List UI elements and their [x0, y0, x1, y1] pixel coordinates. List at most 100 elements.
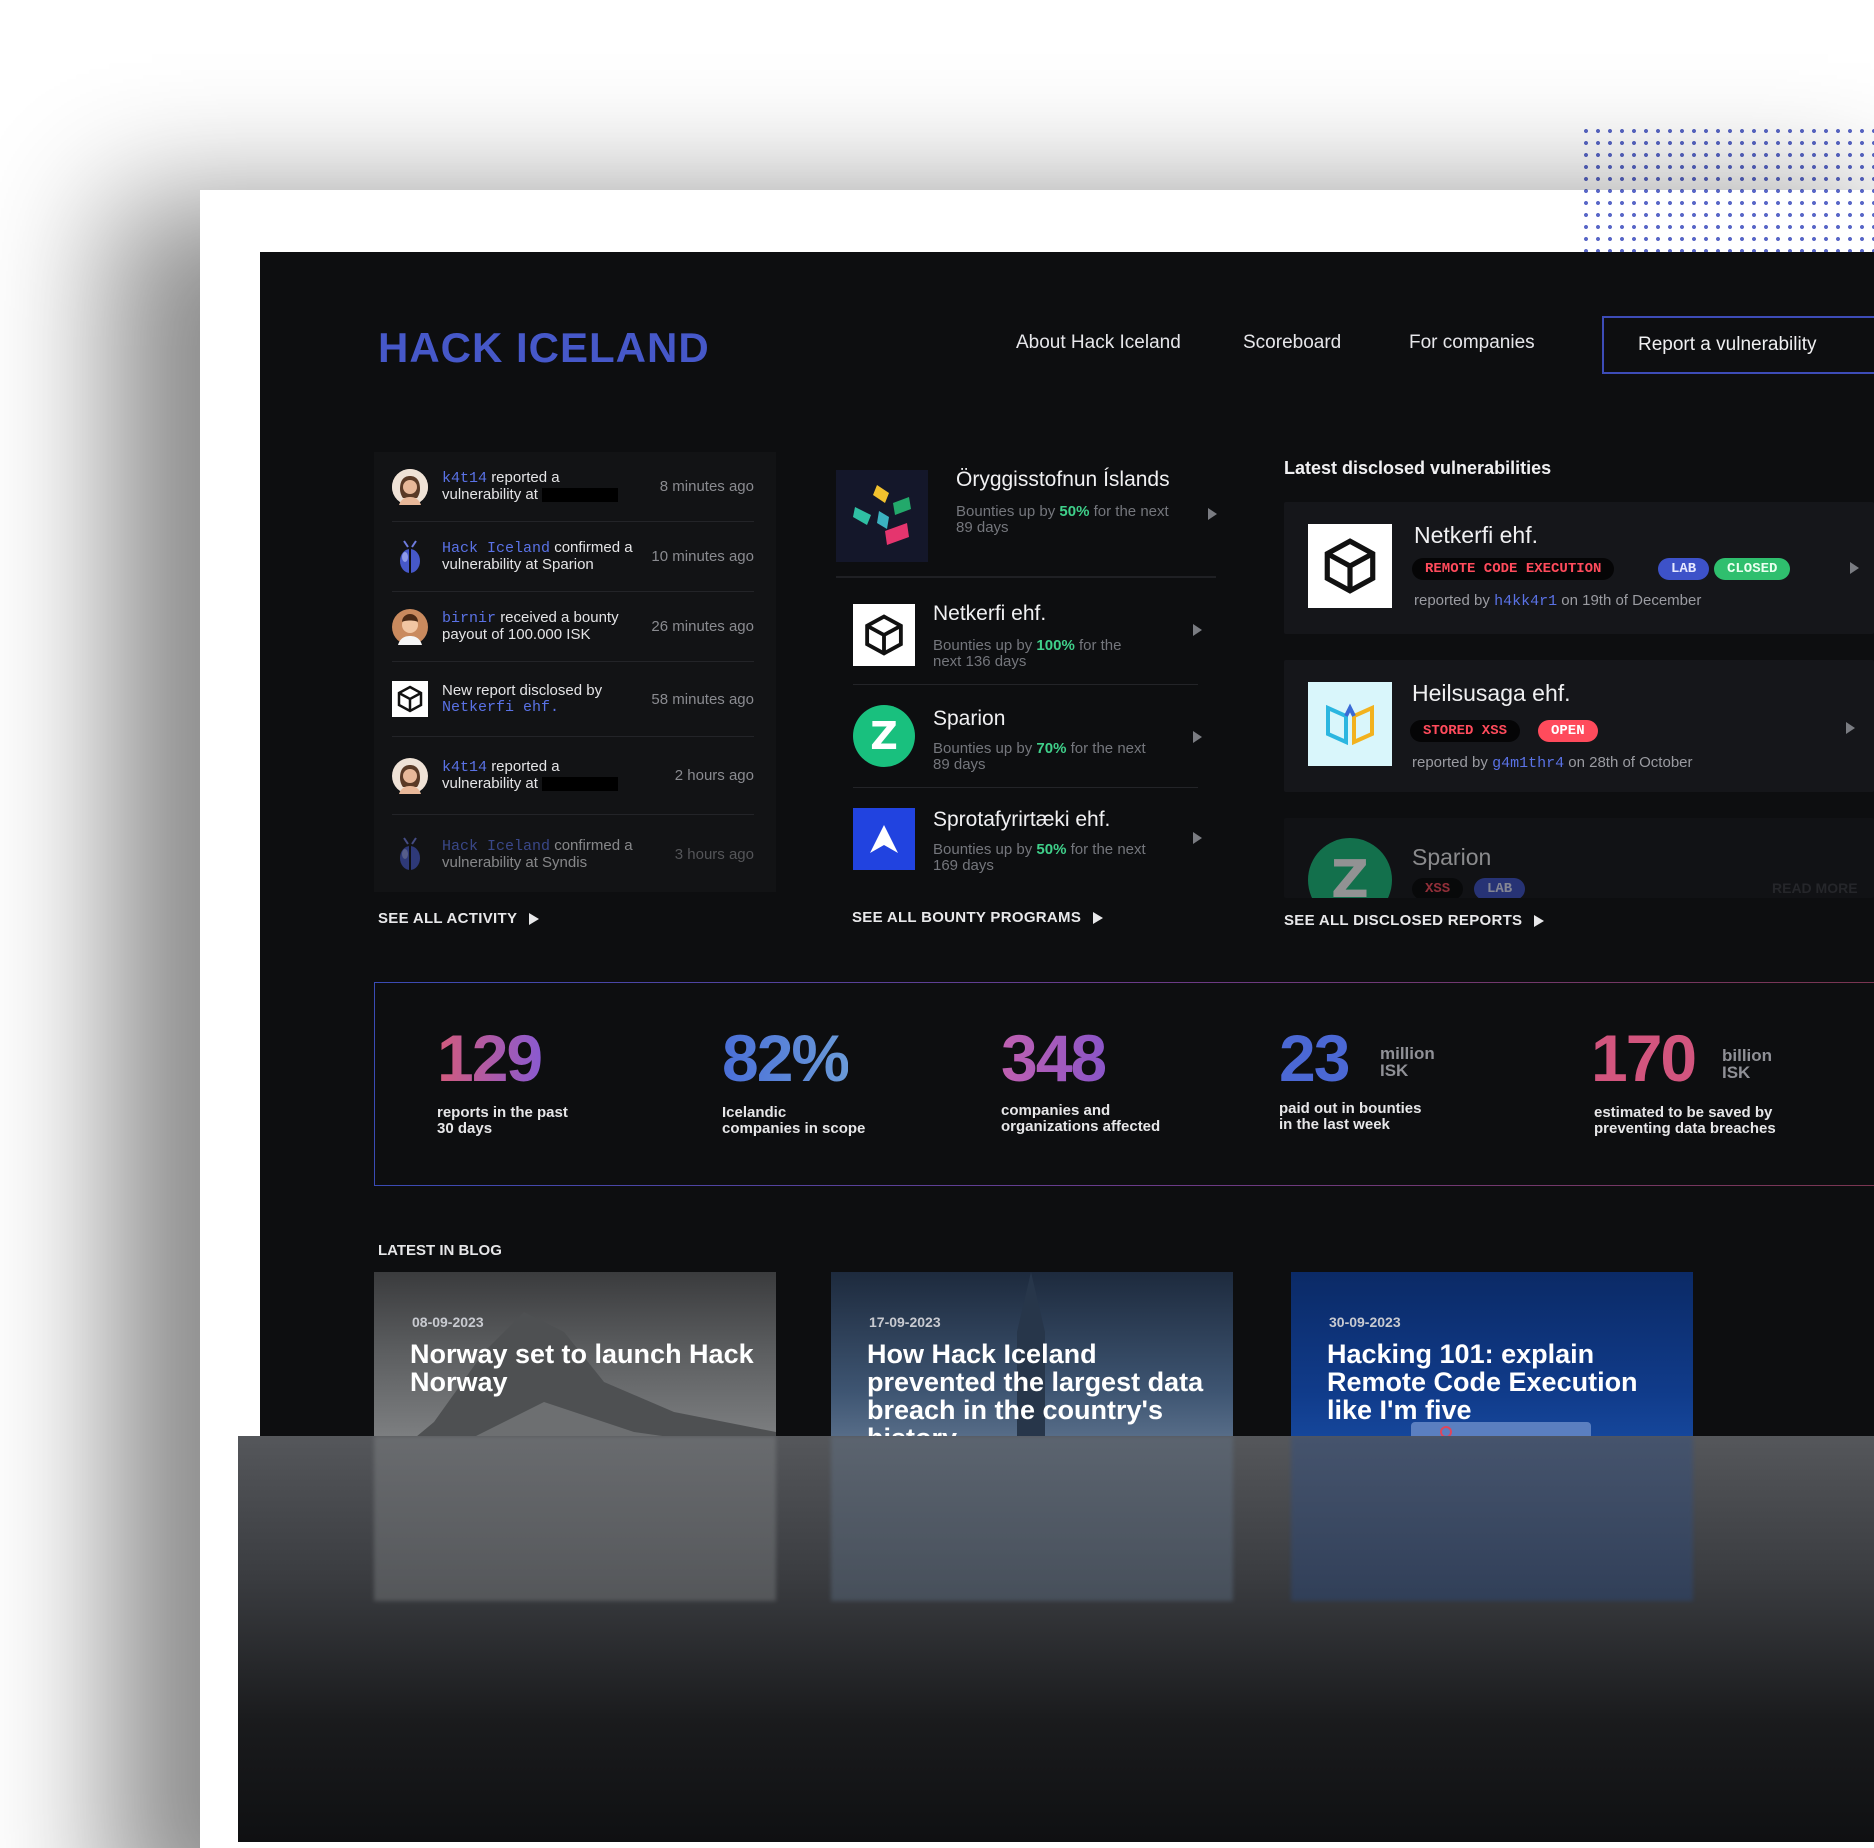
nav-scoreboard[interactable]: Scoreboard	[1243, 332, 1341, 354]
activity-time: 8 minutes ago	[659, 478, 754, 495]
stat-companies-scope-caption: Icelandic companies in scope	[722, 1104, 866, 1137]
activity-item[interactable]: k4t14 reported a vulnerability at 8 minu…	[392, 452, 754, 522]
activity-item[interactable]: Hack Iceland confirmed a vulnerability a…	[392, 815, 754, 892]
activity-text: New report disclosed by Netkerfi ehf.	[442, 681, 603, 716]
program-bounty-info: Bounties up by 100% for the next 136 day…	[933, 637, 1122, 670]
stat-paid-value: 23	[1279, 1021, 1350, 1095]
program-bounty-info: Bounties up by 50% for the next 89 days	[956, 503, 1169, 536]
program-name: Sprotafyrirtæki ehf.	[933, 808, 1111, 831]
stat-paid-caption: paid out in bounties in the last week	[1279, 1100, 1422, 1133]
see-all-disclosed-reports-link[interactable]: SEE ALL DISCLOSED REPORTS	[1284, 912, 1545, 929]
activity-user[interactable]: Hack Iceland	[442, 540, 550, 557]
disclosed-section-title: Latest disclosed vulnerabilities	[1284, 458, 1552, 478]
stats-banner: 129 reports in the past 30 days 82% Icela…	[374, 982, 1874, 1186]
disclosed-card-heilsusaga[interactable]: Heilsusaga ehf. STORED XSS OPEN reported…	[1284, 660, 1874, 792]
stat-affected-caption: companies and organizations affected	[1001, 1102, 1161, 1135]
tag-open: OPEN	[1538, 720, 1598, 742]
stat-affected-value: 348	[1001, 1021, 1107, 1095]
program-name: Sparion	[933, 707, 1006, 730]
woman-avatar	[392, 757, 428, 794]
activity-text: k4t14 reported a vulnerability at	[442, 759, 642, 792]
tag-lab: LAB	[1474, 878, 1526, 898]
activity-text: k4t14 reported a vulnerability at	[442, 470, 642, 503]
activity-item[interactable]: k4t14 reported a vulnerability at 2 hour…	[392, 737, 754, 815]
bug-icon	[392, 539, 428, 575]
cube-logo-icon	[853, 604, 915, 666]
stat-reports-caption: reports in the past 30 days	[437, 1104, 568, 1137]
program-featured[interactable]: Öryggisstofnun Íslands Bounties up by 50…	[836, 452, 1217, 578]
redacted-company	[542, 777, 619, 792]
blog-card[interactable]: 30-09-2023 Hacking 101: explain Remote C…	[1291, 1272, 1693, 1436]
blog-card[interactable]: 17-09-2023 How Hack Iceland prevented th…	[831, 1272, 1233, 1436]
reflection-card	[374, 1436, 776, 1601]
disclosed-reporter: reported by g4m1thr4 on 28th of October	[1412, 754, 1693, 772]
tag-closed: CLOSED	[1714, 558, 1791, 580]
activity-time: 58 minutes ago	[651, 690, 754, 708]
tag-xss: XSS	[1412, 878, 1464, 898]
activity-time: 26 minutes ago	[651, 618, 754, 635]
blog-date: 08-09-2023	[412, 1314, 484, 1330]
reporter-user[interactable]: h4kk4r1	[1494, 593, 1557, 610]
disclosed-card-sparion[interactable]: Z Sparion XSS LAB READ MORE	[1284, 818, 1874, 898]
activity-user[interactable]: birnir	[442, 610, 496, 627]
blog-card[interactable]: 08-09-2023 Norway set to launch Hack Nor…	[374, 1272, 776, 1436]
activity-item[interactable]: Hack Iceland confirmed a vulnerability a…	[392, 522, 754, 592]
tag-remote-code-execution: REMOTE CODE EXECUTION	[1412, 558, 1615, 580]
activity-user[interactable]: k4t14	[442, 470, 487, 487]
report-vulnerability-button[interactable]: Report a vulnerability	[1602, 316, 1874, 374]
program-row-sprotafyrirtaeki[interactable]: Sprotafyrirtæki ehf. Bounties up by 50% …	[853, 788, 1202, 891]
program-bounty-info: Bounties up by 50% for the next 169 days	[933, 841, 1146, 874]
site-logo[interactable]: HACK ICELAND	[378, 324, 710, 372]
program-name: Öryggisstofnun Íslands	[956, 468, 1170, 491]
stat-companies-scope-value: 82%	[722, 1021, 850, 1095]
blog-date: 17-09-2023	[869, 1314, 941, 1330]
program-bounty-info: Bounties up by 70% for the next 89 days	[933, 740, 1146, 773]
arrow-up-logo-icon	[853, 808, 915, 870]
arrow-right-icon	[529, 913, 540, 926]
stat-saved-unit: billion ISK	[1722, 1046, 1773, 1082]
read-more-link[interactable]: READ MORE	[1772, 880, 1858, 896]
disclosed-company-name: Netkerfi ehf.	[1414, 522, 1538, 548]
bug-icon	[392, 836, 428, 872]
activity-item[interactable]: birnir received a bounty payout of 100.0…	[392, 592, 754, 662]
sparion-logo-icon: Z	[1308, 838, 1392, 898]
disclosed-card-netkerfi[interactable]: Netkerfi ehf. REMOTE CODE EXECUTION repo…	[1284, 502, 1874, 634]
blog-section-title: LATEST IN BLOG	[378, 1242, 502, 1259]
see-all-activity-link[interactable]: SEE ALL ACTIVITY	[378, 910, 540, 927]
chevron-right-icon	[1846, 722, 1855, 734]
activity-user[interactable]: Hack Iceland	[442, 838, 550, 855]
reflection-card	[1291, 1436, 1693, 1601]
blog-date: 30-09-2023	[1329, 1314, 1401, 1330]
disclosed-company-name: Sparion	[1412, 844, 1492, 870]
reporter-user[interactable]: g4m1thr4	[1492, 755, 1564, 772]
cube-logo-icon	[392, 681, 428, 717]
redacted-company	[542, 488, 619, 503]
activity-text: Hack Iceland confirmed a vulnerability a…	[442, 539, 633, 573]
blog-headline: Norway set to launch Hack Norway	[410, 1339, 754, 1397]
book-logo-icon	[1308, 682, 1392, 766]
nav-for-companies[interactable]: For companies	[1409, 332, 1535, 354]
program-row-sparion[interactable]: Z Sparion Bounties up by 70% for the nex…	[853, 685, 1202, 788]
see-all-bounty-programs-link[interactable]: SEE ALL BOUNTY PROGRAMS	[852, 909, 1104, 926]
woman-avatar	[392, 468, 428, 505]
activity-user[interactable]: k4t14	[442, 759, 487, 776]
stat-saved-caption: estimated to be saved by preventing data …	[1594, 1104, 1776, 1137]
nav-about[interactable]: About Hack Iceland	[1016, 332, 1181, 354]
chevron-right-icon	[1193, 832, 1202, 844]
activity-user[interactable]: Netkerfi ehf.	[442, 699, 559, 716]
activity-time: 2 hours ago	[674, 767, 754, 784]
activity-item[interactable]: New report disclosed by Netkerfi ehf. 58…	[392, 662, 754, 737]
cube-logo-icon	[1308, 524, 1392, 608]
chevron-right-icon	[1208, 508, 1217, 520]
chevron-right-icon	[1193, 731, 1202, 743]
hack-iceland-homepage: HACK ICELAND About Hack Iceland Scoreboa…	[260, 252, 1874, 1436]
blog-headline: How Hack Iceland prevented the largest d…	[867, 1339, 1204, 1436]
leaf-logo-icon	[836, 470, 928, 562]
program-row-netkerfi[interactable]: Netkerfi ehf. Bounties up by 100% for th…	[853, 582, 1202, 685]
screenshot-stage: HACK ICELAND About Hack Iceland Scoreboa…	[0, 0, 1874, 1848]
activity-feed: k4t14 reported a vulnerability at 8 minu…	[374, 452, 776, 892]
blog-headline: Hacking 101: explain Remote Code Executi…	[1327, 1339, 1638, 1425]
arrow-right-icon	[1534, 915, 1545, 928]
activity-text: birnir received a bounty payout of 100.0…	[442, 609, 619, 643]
report-vulnerability-label: Report a vulnerability	[1638, 334, 1817, 355]
